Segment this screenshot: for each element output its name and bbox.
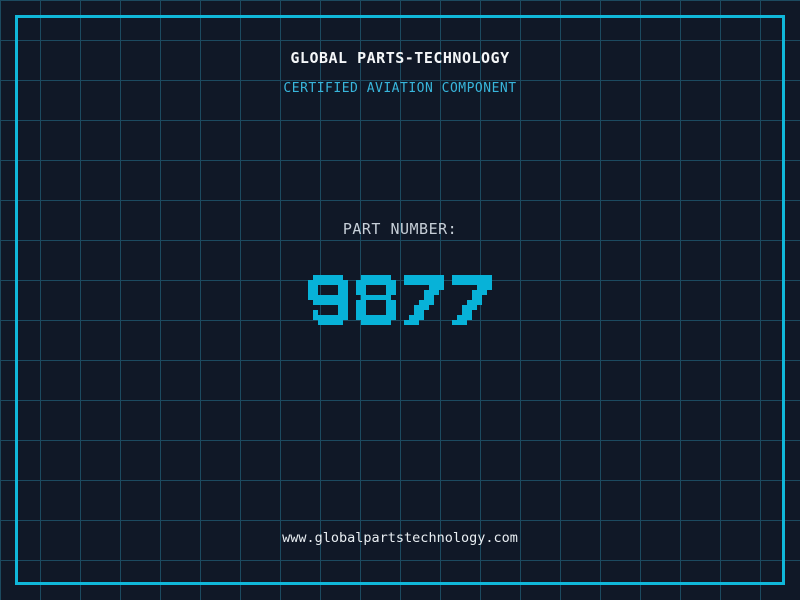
website-url: www.globalpartstechnology.com <box>282 530 518 546</box>
blueprint-screen: GLOBAL PARTS-TECHNOLOGY CERTIFIED AVIATI… <box>0 0 800 600</box>
part-number-label: PART NUMBER: <box>342 220 458 238</box>
company-title: GLOBAL PARTS-TECHNOLOGY <box>290 49 510 67</box>
certification-subtitle: CERTIFIED AVIATION COMPONENT <box>283 81 517 96</box>
part-number-value <box>0 275 800 325</box>
part-number-pixel-display <box>308 275 492 325</box>
